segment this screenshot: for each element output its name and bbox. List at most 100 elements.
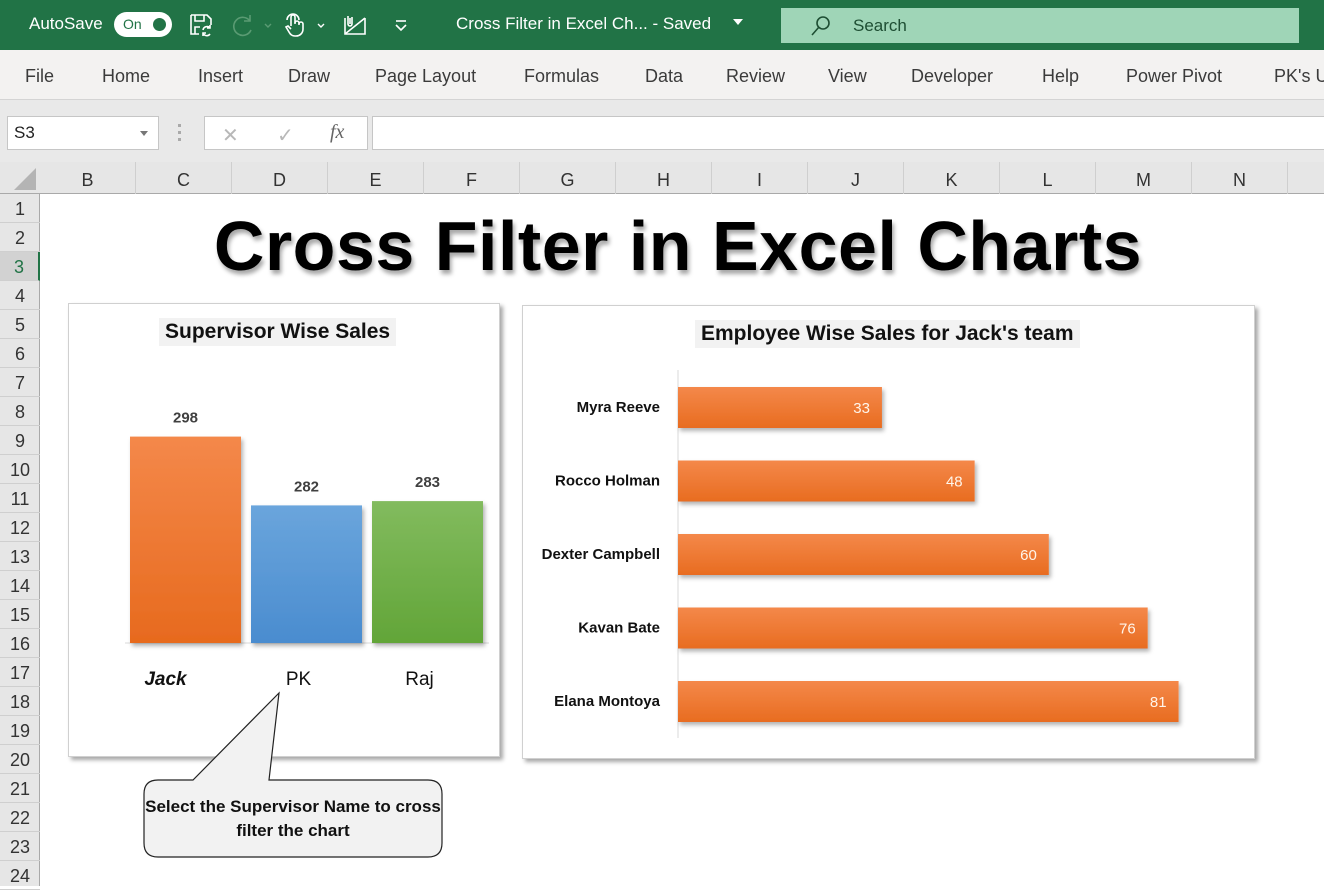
row-header[interactable]: 7 [0,368,40,397]
column-header[interactable]: D [232,162,328,194]
tab-draw[interactable]: Draw [288,66,330,87]
category-label: Myra Reeve [577,399,660,416]
data-label: 76 [1119,621,1136,638]
row-header[interactable]: 19 [0,716,40,745]
category-label: Dexter Campbell [542,546,660,563]
autosave-label: AutoSave [29,14,103,33]
category-label: Kavan Bate [578,620,660,637]
data-label: 298 [173,410,198,427]
column-header[interactable]: E [328,162,424,194]
tab-help[interactable]: Help [1042,66,1079,87]
redo-dropdown-icon[interactable] [263,18,273,28]
column-header[interactable]: H [616,162,712,194]
employee-sales-chart[interactable]: Employee Wise Sales for Jack's team 33 My… [522,305,1255,759]
row-header[interactable]: 21 [0,774,40,803]
column-header[interactable]: M [1096,162,1192,194]
supervisor-chart-plot: 298 Jack 282 PK 283 Raj [125,410,489,690]
formula-input[interactable] [372,116,1324,150]
title-bar: AutoSave On Cross Filter in Excel Ch... … [0,0,1324,50]
row-header[interactable]: 3 [0,252,40,281]
row-header[interactable]: 18 [0,687,40,716]
row-header[interactable]: 13 [0,542,40,571]
column-header[interactable]: B [40,162,136,194]
column-header[interactable]: C [136,162,232,194]
save-sync-icon[interactable] [188,12,214,38]
row-header[interactable]: 5 [0,310,40,339]
row-header[interactable]: 6 [0,339,40,368]
redo-icon[interactable] [230,12,256,38]
category-label: Elana Montoya [554,693,661,710]
row-header[interactable]: 14 [0,571,40,600]
tab-review[interactable]: Review [726,66,785,87]
column-header[interactable]: K [904,162,1000,194]
bar-kavan-bate[interactable] [678,607,1148,649]
touch-mode-dropdown-icon[interactable] [316,18,326,28]
formula-bar-resize-handle[interactable] [178,124,182,142]
category-label-raj[interactable]: Raj [405,669,434,690]
send-email-icon[interactable] [342,12,368,38]
callout-text: Select the Supervisor Name to cross filt… [145,797,441,840]
search-input[interactable] [853,13,1253,38]
tab-view[interactable]: View [828,66,867,87]
cancel-icon[interactable]: ✕ [222,123,239,148]
category-label-jack[interactable]: Jack [144,669,188,690]
column-header[interactable]: N [1192,162,1288,194]
category-label-pk[interactable]: PK [286,669,312,690]
tab-pks-utility[interactable]: PK's U [1274,66,1324,87]
bar-pk[interactable] [251,505,362,643]
column-header[interactable]: G [520,162,616,194]
tab-data[interactable]: Data [645,66,683,87]
row-header[interactable]: 1 [0,194,40,223]
supervisor-sales-chart[interactable]: Supervisor Wise Sales 298 Jack 282 PK 283 Raj [68,303,500,757]
tab-file[interactable]: File [25,66,54,87]
bar-jack[interactable] [130,436,241,643]
row-header[interactable]: 12 [0,513,40,542]
enter-check-icon[interactable]: ✓ [277,123,294,148]
customize-toolbar-icon[interactable] [388,12,414,38]
employee-chart-plot: 33 Myra Reeve 48 Rocco Holman 60 Dexter Campb… [542,370,1179,738]
row-header[interactable]: 15 [0,600,40,629]
search-icon [809,14,833,38]
row-header[interactable]: 4 [0,281,40,310]
autosave-state: On [123,16,142,32]
row-header[interactable]: 22 [0,803,40,832]
column-header[interactable]: I [712,162,808,194]
row-header[interactable]: 8 [0,397,40,426]
tab-formulas[interactable]: Formulas [524,66,599,87]
search-box[interactable] [781,8,1299,43]
bar-rocco-holman[interactable] [678,460,975,502]
row-header[interactable]: 16 [0,629,40,658]
row-header[interactable]: 11 [0,484,40,513]
row-header[interactable]: 23 [0,832,40,861]
bar-elana-montoya[interactable] [678,681,1179,722]
column-header[interactable]: L [1000,162,1096,194]
document-title-dropdown-icon[interactable] [733,19,743,25]
document-title[interactable]: Cross Filter in Excel Ch... - Saved [456,14,711,34]
autosave-toggle[interactable]: On [114,12,172,37]
bar-dexter-campbell[interactable] [678,534,1049,575]
insert-function-icon[interactable]: fx [330,121,344,144]
row-header[interactable]: 20 [0,745,40,774]
category-label: Rocco Holman [555,473,660,490]
name-box-input[interactable] [14,123,124,143]
tab-page-layout[interactable]: Page Layout [375,66,476,87]
name-box-dropdown-icon[interactable] [140,131,148,136]
row-header[interactable]: 17 [0,658,40,687]
tab-power-pivot[interactable]: Power Pivot [1126,66,1222,87]
select-all-corner[interactable] [14,168,36,190]
tab-developer[interactable]: Developer [911,66,993,87]
row-header[interactable]: 2 [0,223,40,252]
tab-home[interactable]: Home [102,66,150,87]
row-header[interactable]: 9 [0,426,40,455]
toggle-knob [153,18,166,31]
bar-raj[interactable] [372,501,483,643]
data-label: 60 [1020,547,1037,564]
row-headers: 1 2 3 4 5 6 7 8 9 10 11 12 13 14 15 16 17 18 19 20 21 22 23 24 [0,194,40,890]
touch-mode-icon[interactable] [282,12,308,38]
column-header[interactable]: J [808,162,904,194]
column-header[interactable]: F [424,162,520,194]
name-box[interactable] [7,116,159,150]
tab-insert[interactable]: Insert [198,66,243,87]
row-header[interactable]: 10 [0,455,40,484]
bar-myra-reeve[interactable] [678,387,882,428]
